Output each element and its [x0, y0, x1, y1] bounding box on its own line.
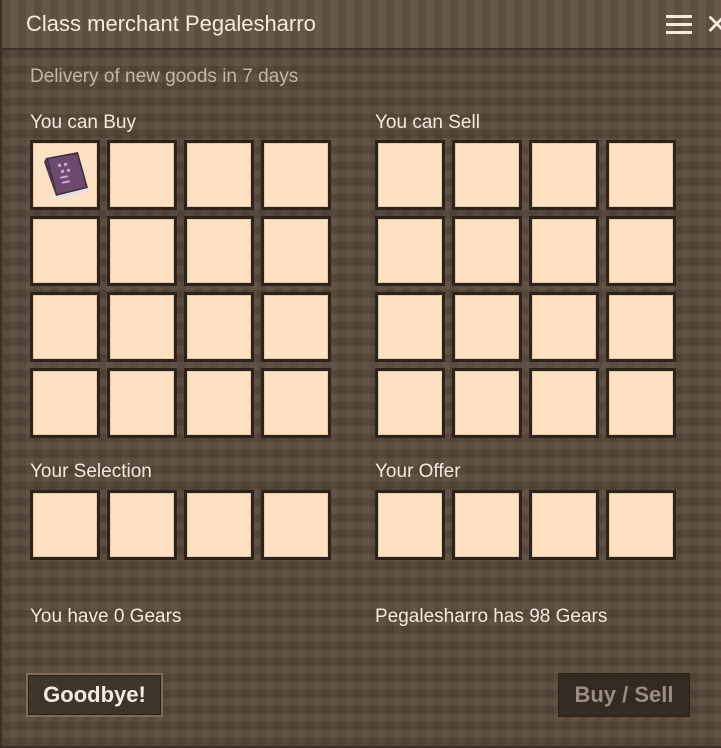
offer-slot[interactable] — [529, 490, 599, 560]
slot-background — [33, 371, 97, 435]
sell-slot[interactable] — [375, 292, 445, 362]
buy-slot[interactable] — [184, 292, 254, 362]
slot-background — [378, 219, 442, 283]
buy-slot[interactable] — [107, 216, 177, 286]
window-title: Class merchant Pegalesharro — [26, 11, 316, 36]
slot-background — [33, 493, 97, 557]
slot-background — [609, 493, 673, 557]
slot-background — [110, 143, 174, 207]
buy-slot[interactable] — [30, 368, 100, 438]
sell-slot[interactable] — [529, 292, 599, 362]
sell-slot[interactable] — [452, 292, 522, 362]
buy-slot[interactable] — [107, 292, 177, 362]
buy-sell-button[interactable]: Buy / Sell — [558, 673, 690, 717]
slot-background — [455, 493, 519, 557]
buy-slot[interactable] — [107, 368, 177, 438]
menu-icon[interactable] — [666, 13, 694, 37]
sell-slot[interactable] — [452, 140, 522, 210]
slot-background — [187, 371, 251, 435]
slot-background — [187, 493, 251, 557]
title-bar[interactable]: Class merchant Pegalesharro ✕ — [2, 0, 721, 50]
sell-slot[interactable] — [452, 216, 522, 286]
sell-slot[interactable] — [529, 140, 599, 210]
sell-slot[interactable] — [529, 368, 599, 438]
slot-background — [187, 143, 251, 207]
goodbye-button[interactable]: Goodbye! — [26, 673, 163, 717]
offer-section-label: Your Offer — [375, 461, 461, 482]
slot-background — [455, 219, 519, 283]
slot-background — [110, 371, 174, 435]
buy-slot[interactable] — [30, 292, 100, 362]
buy-slot[interactable] — [184, 368, 254, 438]
slot-background — [264, 219, 328, 283]
merchant-window: Class merchant Pegalesharro ✕ Delivery o… — [0, 0, 721, 748]
slot-background — [532, 219, 596, 283]
buy-slot[interactable] — [30, 216, 100, 286]
slot-background — [378, 493, 442, 557]
selection-grid — [30, 490, 331, 560]
slot-background — [378, 143, 442, 207]
slot-background — [264, 143, 328, 207]
player-gears-text: You have 0 Gears — [30, 606, 182, 627]
spellbook-icon — [44, 152, 88, 199]
sell-slot[interactable] — [452, 368, 522, 438]
sell-slot[interactable] — [606, 216, 676, 286]
offer-grid — [375, 490, 676, 560]
offer-slot[interactable] — [375, 490, 445, 560]
slot-background — [187, 219, 251, 283]
buy-section-label: You can Buy — [30, 112, 136, 133]
slot-background — [455, 295, 519, 359]
slot-background — [264, 371, 328, 435]
slot-background — [33, 219, 97, 283]
slot-background — [110, 295, 174, 359]
slot-background — [609, 143, 673, 207]
slot-background — [264, 295, 328, 359]
sell-slot[interactable] — [375, 216, 445, 286]
close-icon[interactable]: ✕ — [705, 11, 721, 39]
sell-slot[interactable] — [606, 368, 676, 438]
sell-slot[interactable] — [529, 216, 599, 286]
slot-background — [609, 219, 673, 283]
sell-section-label: You can Sell — [375, 112, 480, 133]
offer-slot[interactable] — [452, 490, 522, 560]
buy-slot[interactable] — [30, 140, 100, 210]
slot-background — [264, 493, 328, 557]
merchant-gears-text: Pegalesharro has 98 Gears — [375, 606, 608, 627]
slot-background — [532, 295, 596, 359]
slot-background — [33, 295, 97, 359]
slot-background — [532, 371, 596, 435]
buy-slot[interactable] — [107, 140, 177, 210]
slot-background — [110, 219, 174, 283]
slot-background — [378, 371, 442, 435]
slot-background — [532, 493, 596, 557]
slot-background — [455, 371, 519, 435]
delivery-notice: Delivery of new goods in 7 days — [30, 66, 299, 87]
sell-grid — [375, 140, 676, 438]
sell-slot[interactable] — [606, 140, 676, 210]
sell-slot[interactable] — [375, 140, 445, 210]
selection-slot[interactable] — [261, 490, 331, 560]
buy-grid — [30, 140, 331, 438]
offer-slot[interactable] — [606, 490, 676, 560]
buy-slot[interactable] — [261, 216, 331, 286]
buy-slot[interactable] — [184, 140, 254, 210]
buy-slot[interactable] — [261, 368, 331, 438]
slot-background — [455, 143, 519, 207]
slot-background — [532, 143, 596, 207]
selection-slot[interactable] — [184, 490, 254, 560]
slot-background — [609, 371, 673, 435]
slot-background — [609, 295, 673, 359]
sell-slot[interactable] — [606, 292, 676, 362]
selection-section-label: Your Selection — [30, 461, 152, 482]
buy-slot[interactable] — [261, 140, 331, 210]
selection-slot[interactable] — [107, 490, 177, 560]
selection-slot[interactable] — [30, 490, 100, 560]
slot-background — [378, 295, 442, 359]
buy-slot[interactable] — [184, 216, 254, 286]
slot-background — [187, 295, 251, 359]
slot-background — [110, 493, 174, 557]
sell-slot[interactable] — [375, 368, 445, 438]
slot-background — [33, 143, 97, 207]
buy-slot[interactable] — [261, 292, 331, 362]
